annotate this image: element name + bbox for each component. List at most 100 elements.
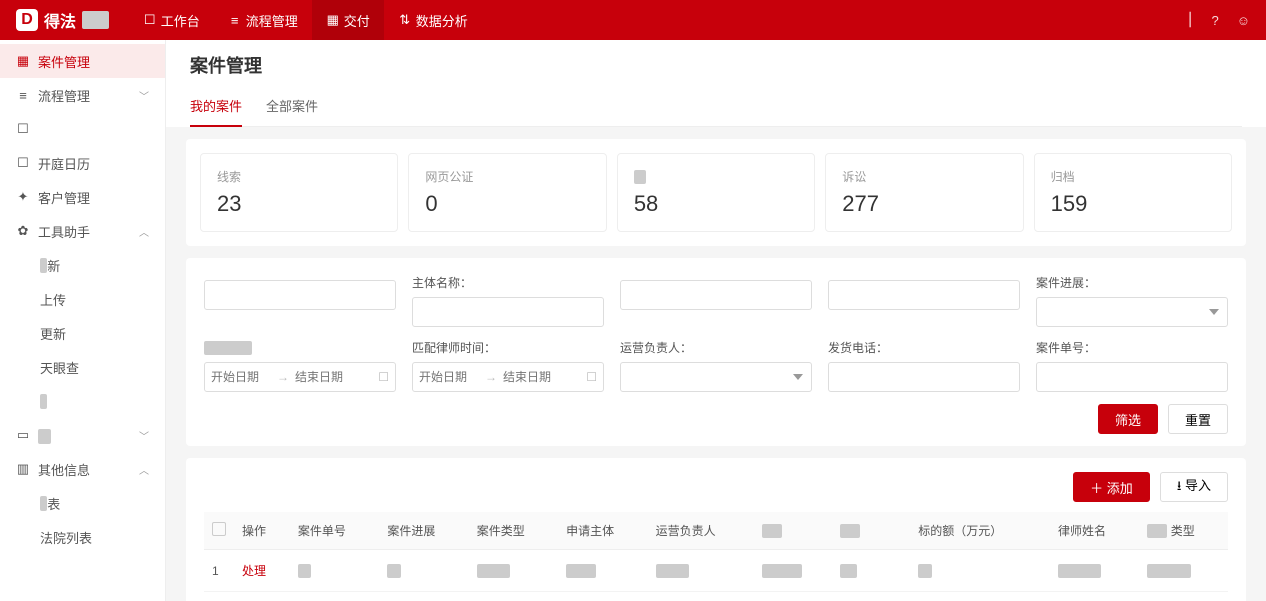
date-start[interactable] (211, 370, 271, 384)
filter-field: 案件进展： (1036, 274, 1228, 327)
sidebar-label: 流程管理 (38, 86, 90, 105)
cell-redacted (656, 564, 689, 578)
cell-redacted (918, 564, 931, 578)
filter-select[interactable] (620, 362, 812, 392)
reset-button[interactable]: 重置 (1168, 404, 1228, 434)
column-header: 操作 (234, 512, 290, 550)
row-action-process[interactable]: 处理 (242, 564, 266, 578)
nav-icon: ▦ (326, 12, 340, 28)
cell-redacted (840, 564, 857, 578)
sidebar-label: 工具助手 (38, 222, 90, 241)
cell-redacted (1058, 564, 1101, 578)
topnav-item[interactable]: ☐工作台 (129, 0, 214, 40)
cell-redacted (1147, 564, 1190, 578)
date-start[interactable] (419, 370, 479, 384)
filter-input[interactable] (620, 280, 812, 310)
chevron-down-icon: ﹀ (139, 88, 149, 103)
stat-label: 诉讼 (842, 168, 1006, 185)
column-header (754, 512, 832, 550)
stat-card: 网页公证0 (408, 153, 606, 232)
stat-card: 诉讼 277 (825, 153, 1023, 232)
page-title: 案件管理 (190, 52, 1242, 78)
filter-input[interactable] (828, 362, 1020, 392)
filter-label: 发货电话： (828, 339, 1020, 356)
filter-field: 匹配律师时间： →☐ (412, 339, 604, 392)
stat-card: 证58 (617, 153, 815, 232)
tab[interactable]: 我的案件 (190, 86, 242, 127)
calendar-icon: ☐ (586, 370, 597, 384)
sidebar-icon: ✦ (16, 189, 30, 205)
sidebar-icon: ≡ (16, 88, 30, 103)
sidebar-label: 理 (38, 426, 51, 445)
date-end[interactable] (503, 370, 563, 384)
topnav-item[interactable]: ≡ 流程管理 (214, 0, 312, 40)
filter-input[interactable] (1036, 362, 1228, 392)
sidebar-label: 客户管理 (38, 188, 90, 207)
help-icon[interactable]: ? (1211, 13, 1218, 28)
table-row: 2处理 (204, 592, 1228, 601)
filter-select[interactable] (1036, 297, 1228, 327)
topnav-item[interactable]: ⇅数据分析 (384, 0, 482, 40)
column-header (832, 512, 910, 550)
nav-icon: ⇅ (398, 12, 412, 28)
add-button[interactable]: ＋ 添加 (1073, 472, 1150, 502)
filter-label: 运营负责人： (620, 339, 812, 356)
nav-label: 流程管理 (246, 11, 298, 30)
stat-value: 23 (217, 191, 381, 217)
filter-input[interactable] (412, 297, 604, 327)
filter-field: 运营负责人： (620, 339, 812, 392)
top-nav: ☐工作台 ≡ 流程管理 ▦交付⇅数据分析 (129, 0, 482, 40)
filter-input[interactable] (828, 280, 1020, 310)
filter-field: 发货电话： (828, 339, 1020, 392)
table-panel: ＋ 添加 ⭳ 导入 操作案件单号案件进展案件类型申请主体运营负责人 标的额（万元… (186, 458, 1246, 601)
filter-field (204, 274, 396, 327)
date-range[interactable]: →☐ (204, 362, 396, 392)
tab[interactable]: 全部案件 (266, 86, 318, 126)
sidebar-label: 开庭日历 (38, 154, 90, 173)
stat-card: 线索 23 (200, 153, 398, 232)
chevron-down-icon: ﹀ (139, 428, 149, 443)
brand-suffix (82, 11, 109, 29)
sidebar-subitem[interactable]: 上传 (0, 282, 165, 316)
row-index: 1 (212, 564, 219, 578)
stat-value: 58 (634, 191, 798, 217)
sidebar-item[interactable]: ≡ 流程管理 ﹀ (0, 78, 165, 112)
sidebar-item[interactable]: ✿工具助手︿ (0, 214, 165, 248)
user-icon[interactable]: ☺ (1237, 13, 1250, 28)
chevron-up-icon: ︿ (139, 224, 149, 239)
nav-icon: ≡ (228, 13, 242, 28)
filter-input[interactable] (204, 280, 396, 310)
column-header: 案件单号 (290, 512, 379, 550)
import-button[interactable]: ⭳ 导入 (1160, 472, 1228, 502)
tabs: 我的案件全部案件 (190, 86, 1242, 127)
topnav-item[interactable]: ▦交付 (312, 0, 384, 40)
table-actions: ＋ 添加 ⭳ 导入 (204, 472, 1228, 502)
filter-label: 匹配律师时间： (412, 339, 604, 356)
sidebar-item[interactable]: ✦ 客户管理 (0, 180, 165, 214)
stat-value: 277 (842, 191, 1006, 217)
stat-label: 线索 (217, 168, 381, 185)
sidebar-subitem[interactable]: 天眼查 (0, 350, 165, 384)
sidebar-subitem[interactable] (0, 384, 165, 418)
sidebar-item[interactable]: ▭ 理 ﹀ (0, 418, 165, 452)
sidebar-icon: ▭ (16, 427, 30, 443)
brand-name: 得法 (44, 8, 76, 32)
sidebar-icon: ☐ (16, 155, 30, 171)
sidebar-subitem[interactable]: 法院列表 (0, 520, 165, 554)
column-header: 运营负责人 (648, 512, 754, 550)
sidebar-item[interactable]: ▦案件管理 (0, 44, 165, 78)
sidebar-item[interactable]: ☐ 开庭日历 (0, 146, 165, 180)
date-end[interactable] (295, 370, 355, 384)
sidebar-item[interactable]: ☐ (0, 112, 165, 146)
nav-icon: ☐ (143, 12, 157, 28)
sidebar-subitem[interactable]: 表 (0, 486, 165, 520)
sidebar-subitem[interactable]: 新 (0, 248, 165, 282)
filter-field: 案件单号： (1036, 339, 1228, 392)
sidebar-item[interactable]: ▥其他信息︿ (0, 452, 165, 486)
checkbox-all[interactable] (212, 522, 226, 536)
date-range[interactable]: →☐ (412, 362, 604, 392)
sidebar-subitem[interactable]: 更新 (0, 316, 165, 350)
filter-label: 主体名称： (412, 274, 604, 291)
filter-button[interactable]: 筛选 (1098, 404, 1158, 434)
cell-redacted (566, 564, 596, 578)
